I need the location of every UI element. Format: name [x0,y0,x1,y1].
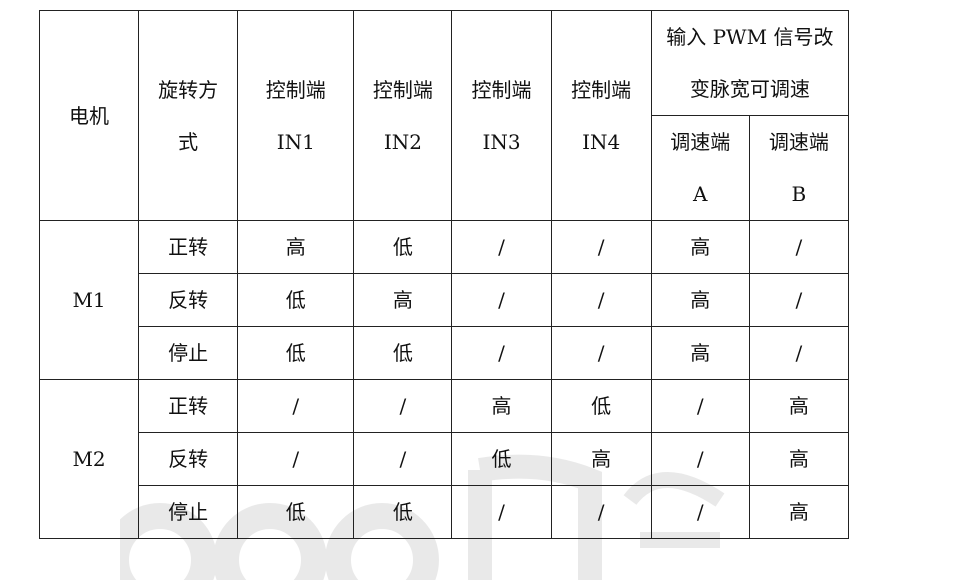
header-rotation-line2: 式 [178,129,199,154]
header-enb-line1: 调速端 [768,130,829,154]
cell-ena: 高 [650,273,750,327]
header-row-1: 电机 旋转方 式 控制端 IN1 控制端 IN2 控制端 IN3 控制端 IN4… [38,10,850,221]
header-pwm: 输入 PWM 信号改 变脉宽可调速 [650,10,850,116]
header-rotation: 旋转方 式 [138,10,239,221]
cell-in1: / [237,379,355,433]
cell-in3: / [451,220,552,274]
header-ena: 调速端 A [650,115,750,221]
header-in2-line1: 控制端 [372,77,433,102]
table-row: 反转 / / 低 高 / 高 [40,432,850,486]
cell-in1: 低 [237,485,355,539]
cell-mode: 正转 [138,379,239,433]
cell-in4: 低 [550,379,652,433]
cell-in3: 低 [451,432,552,486]
cell-in1: 低 [237,273,355,327]
header-in2-line2: IN2 [383,129,422,154]
cell-motor-m1: M1 [38,220,140,380]
cell-in2: / [353,432,453,486]
cell-ena: / [650,379,750,433]
table-row: 停止 低 低 / / / 高 [40,485,850,539]
cell-ena: / [650,432,750,486]
header-ena-line2: A [693,182,708,206]
motor-control-table: 电机 旋转方 式 控制端 IN1 控制端 IN2 控制端 IN3 控制端 IN4… [38,10,850,539]
cell-enb: 高 [748,485,850,539]
cell-in2: 低 [353,326,453,380]
header-in4-line1: 控制端 [571,77,632,102]
header-ena-line1: 调速端 [670,130,731,154]
cell-in1: 高 [237,220,355,274]
cell-enb: / [748,326,850,380]
table-row: 反转 低 高 / / 高 / [40,273,850,327]
cell-ena: / [650,485,750,539]
cell-motor-m2: M2 [38,379,140,539]
cell-in4: / [550,485,652,539]
cell-mode: 停止 [138,326,239,380]
cell-in2: 低 [353,485,453,539]
header-motor: 电机 [38,10,140,221]
header-motor-label: 电机 [69,103,110,128]
cell-enb: / [748,273,850,327]
cell-enb: / [748,220,850,274]
cell-in4: / [550,273,652,327]
header-enb-line2: B [791,182,807,206]
cell-in3: 高 [451,379,552,433]
header-pwm-line2: 变脉宽可调速 [689,77,810,101]
cell-mode: 反转 [138,432,239,486]
header-rotation-line1: 旋转方 [158,77,219,102]
cell-ena: 高 [650,326,750,380]
cell-in4: / [550,326,652,380]
header-in1-line1: 控制端 [265,77,326,102]
cell-mode: 正转 [138,220,239,274]
header-in3-line2: IN3 [482,129,521,154]
cell-in4: 高 [550,432,652,486]
cell-enb: 高 [748,379,850,433]
header-in1-line2: IN1 [276,129,315,154]
header-in1: 控制端 IN1 [237,10,355,221]
cell-in1: 低 [237,326,355,380]
table-row: 停止 低 低 / / 高 / [40,326,850,380]
header-in3-line1: 控制端 [471,77,532,102]
cell-in2: 高 [353,273,453,327]
cell-in3: / [451,273,552,327]
cell-in3: / [451,485,552,539]
cell-in1: / [237,432,355,486]
cell-in3: / [451,326,552,380]
cell-mode: 反转 [138,273,239,327]
header-pwm-line1: 输入 PWM 信号改 [666,25,834,49]
cell-in4: / [550,220,652,274]
header-in2: 控制端 IN2 [353,10,453,221]
cell-in2: / [353,379,453,433]
cell-mode: 停止 [138,485,239,539]
cell-in2: 低 [353,220,453,274]
table-row: M1 正转 高 低 / / 高 / [38,220,850,380]
cell-ena: 高 [650,220,750,274]
table-row: M2 正转 / / 高 低 / 高 [38,379,850,539]
header-enb: 调速端 B [748,115,850,221]
header-in4-line2: IN4 [582,129,621,154]
cell-enb: 高 [748,432,850,486]
header-in3: 控制端 IN3 [451,10,552,221]
header-in4: 控制端 IN4 [550,10,652,221]
